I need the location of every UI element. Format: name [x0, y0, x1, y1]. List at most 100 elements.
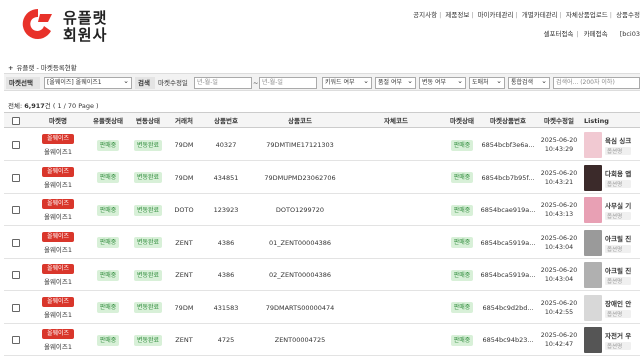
- cell-pno: 4386: [200, 259, 252, 291]
- listing-title[interactable]: 자전거 우: [605, 330, 631, 340]
- product-thumbnail[interactable]: [584, 164, 602, 191]
- market-select[interactable]: [올웨이즈] 올웨이즈1: [44, 77, 132, 89]
- nav-cafe[interactable]: 카페접속: [584, 30, 608, 38]
- cell-lst: 아크릴 진 옵션명: [584, 227, 640, 259]
- soldout-select[interactable]: 품절 여부: [375, 77, 416, 89]
- market-cell: 올웨이즈 올웨이즈1: [41, 199, 75, 221]
- col-market-status[interactable]: 마켓상태: [444, 113, 480, 129]
- product-thumbnail[interactable]: [584, 197, 602, 223]
- cell-mkt: 올웨이즈 올웨이즈1: [28, 227, 88, 259]
- nav-own-upload[interactable]: 자체상품업로드: [566, 11, 608, 19]
- date-to-input[interactable]: 년-월-일: [259, 77, 317, 89]
- keyword-select[interactable]: 키워드 여부: [322, 77, 372, 89]
- product-thumbnail[interactable]: [584, 229, 602, 256]
- listing-title[interactable]: 사무실 기: [605, 200, 631, 210]
- product-no: 4725: [217, 336, 235, 344]
- row-checkbox[interactable]: [12, 141, 20, 149]
- product-thumbnail[interactable]: [584, 327, 602, 353]
- row-checkbox[interactable]: [12, 206, 20, 214]
- cell-vendor: 79DM: [168, 162, 200, 194]
- change-select[interactable]: 변동 여부: [419, 77, 466, 89]
- date-from-input[interactable]: 년-월-일: [194, 77, 252, 89]
- cell-mpno: 6854bc94b23...: [480, 324, 536, 356]
- table-row[interactable]: 올웨이즈 올웨이즈1 판매중 변동완료 79DM 431583 79DMARTS000004…: [4, 292, 640, 324]
- market-cell: 올웨이즈 올웨이즈1: [41, 329, 75, 351]
- cell-pcode: 79DMARTS00000474: [252, 292, 348, 324]
- col-product-no[interactable]: 상품번호: [200, 113, 252, 129]
- col-market[interactable]: 마켓명: [28, 113, 88, 129]
- nav-notice[interactable]: 공지사항: [413, 11, 437, 19]
- search-input[interactable]: 검색어... (200자 이하): [553, 77, 640, 89]
- table-row[interactable]: 올웨이즈 올웨이즈1 판매중 변동완료 ZENT 4386 01_ZENT00004386 판…: [4, 227, 640, 259]
- col-modified[interactable]: 마켓수정일: [536, 113, 582, 129]
- page-title: 유플랫 - 마켓등록현황: [16, 64, 77, 72]
- market-name: 올웨이즈1: [43, 343, 73, 351]
- cell-mod: 2025-06-20 10:43:13: [536, 194, 582, 226]
- nav-individual-category[interactable]: 개별카테관리: [522, 11, 558, 19]
- market-product-no[interactable]: 6854bc9d2bd...: [482, 304, 533, 312]
- col-uplat-status[interactable]: 유플랫상태: [88, 113, 128, 129]
- table-row[interactable]: 올웨이즈 올웨이즈1 판매중 변동완료 79DM 434851 79DMUPMD230627…: [4, 162, 640, 194]
- table-row[interactable]: 올웨이즈 올웨이즈1 판매중 변동완료 DOTO 123923 DOTO1299720 판매중…: [4, 194, 640, 226]
- row-checkbox[interactable]: [12, 336, 20, 344]
- market-product-no[interactable]: 6854bca5919a...: [481, 239, 536, 247]
- row-checkbox[interactable]: [12, 303, 20, 312]
- market-product-no[interactable]: 6854bca5919a...: [481, 271, 536, 279]
- listing-option: 옵션명: [605, 342, 632, 350]
- col-change-status[interactable]: 변동상태: [128, 113, 168, 129]
- cell-mst: 판매중: [444, 162, 480, 194]
- listing-option: 옵션명: [605, 309, 632, 318]
- change-status-badge: 변동완료: [133, 334, 163, 346]
- change-status-badge: 변동완료: [133, 172, 163, 183]
- market-product-no[interactable]: 6854bc94b23...: [482, 336, 533, 344]
- cell-mst: 판매중: [444, 129, 480, 161]
- row-checkbox[interactable]: [12, 271, 20, 279]
- listing-title[interactable]: 아크릴 진: [605, 265, 631, 275]
- nav-product-edit[interactable]: 상품수정: [616, 11, 640, 19]
- change-status-badge: 변동완료: [133, 269, 163, 281]
- table-row[interactable]: 올웨이즈 올웨이즈1 판매중 변동완료 ZENT 4725 ZENT00004725 판매중 6…: [4, 324, 640, 356]
- nav-product-info[interactable]: 제품정보: [445, 11, 469, 19]
- product-thumbnail[interactable]: [584, 294, 602, 321]
- product-thumbnail[interactable]: [584, 132, 602, 158]
- listing-option: 옵션명: [605, 277, 632, 285]
- nav-sellporter[interactable]: 셀포터접속: [544, 30, 574, 38]
- product-no: 4386: [217, 238, 235, 247]
- market-status-badge: 판매중: [450, 139, 474, 151]
- row-checkbox[interactable]: [12, 238, 20, 247]
- cell-vendor: 79DM: [168, 292, 200, 324]
- uplat-status-badge: 판매중: [96, 334, 120, 346]
- table-row[interactable]: 올웨이즈 올웨이즈1 판매중 변동완료 ZENT 4386 02_ZENT00004386 판…: [4, 259, 640, 291]
- product-thumbnail[interactable]: [584, 262, 602, 288]
- market-cell: 올웨이즈 올웨이즈1: [41, 166, 75, 189]
- modified-time: 10:43:13: [544, 211, 574, 218]
- row-checkbox[interactable]: [12, 173, 20, 182]
- col-own-code[interactable]: 자체코드: [348, 113, 444, 129]
- select-all-checkbox[interactable]: [12, 117, 20, 125]
- uplat-status-badge: 판매중: [96, 172, 120, 183]
- col-vendor[interactable]: 거래처: [168, 113, 200, 129]
- modified-time: 10:43:21: [544, 178, 574, 186]
- vendor-select[interactable]: 도매처: [469, 77, 505, 89]
- listing-title[interactable]: 장애인 안: [605, 298, 631, 308]
- table-row[interactable]: 올웨이즈 올웨이즈1 판매중 변동완료 79DM 40327 79DMTIME1712130…: [4, 129, 640, 161]
- cell-pno: 4386: [200, 227, 252, 259]
- cell-lst: 자전거 우옵션명: [584, 324, 640, 356]
- cell-mpno: 6854bc9d2bd...: [480, 292, 536, 324]
- col-product-code[interactable]: 상품코드: [252, 113, 348, 129]
- market-product-no[interactable]: 6854bcbf3e6a...: [481, 141, 534, 149]
- vendor: 79DM: [174, 303, 194, 312]
- cell-mod: 2025-06-20 10:43:29: [536, 129, 582, 161]
- listing-title[interactable]: 다회용 앱: [605, 168, 631, 178]
- col-market-product-no[interactable]: 마켓상품번호: [480, 113, 536, 129]
- brand-logo[interactable]: 유플랫 회원사: [18, 4, 128, 44]
- listing-title[interactable]: 육심 싱크: [605, 135, 631, 145]
- col-listing[interactable]: Listing: [584, 113, 640, 129]
- market-product-no[interactable]: 6854bcae919a...: [481, 206, 536, 214]
- market-product-no[interactable]: 6854bcb7b95f...: [482, 174, 535, 182]
- listing-title[interactable]: 아크릴 진: [605, 233, 631, 243]
- search-type-select[interactable]: 통합검색: [508, 77, 550, 89]
- modified-cell: 2025-06-20 10:43:04: [541, 266, 578, 284]
- nav-my-category[interactable]: 마이카테관리: [478, 11, 514, 19]
- cell-mpno: 6854bcb7b95f...: [480, 162, 536, 194]
